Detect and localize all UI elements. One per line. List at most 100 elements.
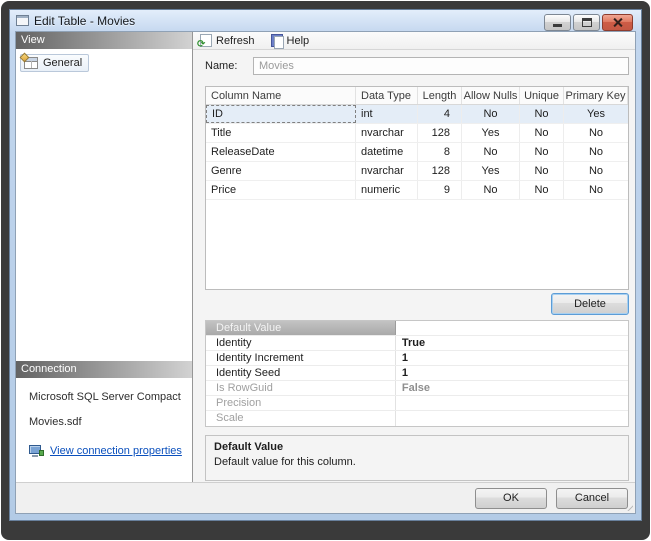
table-row-genre[interactable]: Genre nvarchar 128 Yes No No	[206, 162, 628, 181]
cell-column-name[interactable]: Genre	[206, 162, 356, 180]
property-label[interactable]: Identity	[206, 336, 396, 350]
property-row-identity[interactable]: Identity True	[206, 336, 628, 351]
property-value[interactable]: 1	[396, 351, 628, 365]
property-label[interactable]: Default Value	[206, 321, 396, 335]
dialog-content: View General Connection Microsoft SQL Se…	[15, 31, 636, 514]
property-label[interactable]: Is RowGuid	[206, 381, 396, 395]
column-properties-grid: Default Value Identity True Identity Inc…	[205, 320, 629, 427]
cell-unique[interactable]: No	[520, 162, 564, 180]
help-label: Help	[287, 35, 310, 47]
property-value[interactable]: True	[396, 336, 628, 350]
edit-table-dialog: Edit Table - Movies View General Connect…	[9, 9, 642, 521]
table-row-id[interactable]: ID int 4 No No Yes	[206, 105, 628, 124]
cell-data-type[interactable]: nvarchar	[356, 124, 418, 142]
columns-table: Column Name Data Type Length Allow Nulls…	[205, 86, 629, 290]
table-row-releasedate[interactable]: ReleaseDate datetime 8 No No No	[206, 143, 628, 162]
table-name-input[interactable]	[253, 57, 629, 75]
property-row-scale[interactable]: Scale	[206, 411, 628, 426]
cell-column-name[interactable]: ID	[206, 105, 356, 123]
cell-length[interactable]: 8	[418, 143, 462, 161]
property-label[interactable]: Identity Seed	[206, 366, 396, 380]
help-icon	[271, 34, 283, 47]
name-label: Name:	[205, 60, 253, 72]
table-empty-area[interactable]	[206, 200, 628, 289]
refresh-label: Refresh	[216, 35, 255, 47]
window-icon	[16, 15, 29, 26]
header-data-type[interactable]: Data Type	[356, 87, 418, 104]
cell-unique[interactable]: No	[520, 143, 564, 161]
cell-data-type[interactable]: int	[356, 105, 418, 123]
cell-length[interactable]: 4	[418, 105, 462, 123]
cell-primary-key[interactable]: No	[564, 124, 628, 142]
cell-primary-key[interactable]: No	[564, 162, 628, 180]
table-row-title[interactable]: Title nvarchar 128 Yes No No	[206, 124, 628, 143]
delete-button[interactable]: Delete	[551, 293, 629, 315]
property-value[interactable]	[396, 411, 628, 426]
main-panel: Refresh Help Name:	[193, 32, 635, 482]
cell-allow-nulls[interactable]: No	[462, 143, 520, 161]
cell-allow-nulls[interactable]: No	[462, 181, 520, 199]
property-label[interactable]: Identity Increment	[206, 351, 396, 365]
connection-section-header: Connection	[16, 361, 192, 378]
cell-length[interactable]: 9	[418, 181, 462, 199]
property-label[interactable]: Precision	[206, 396, 396, 410]
cell-column-name[interactable]: Price	[206, 181, 356, 199]
header-length[interactable]: Length	[418, 87, 462, 104]
sidebar-item-label: General	[43, 57, 82, 69]
minimize-button[interactable]	[544, 14, 571, 31]
description-title: Default Value	[214, 441, 620, 453]
sidebar: View General Connection Microsoft SQL Se…	[16, 32, 193, 482]
window-controls	[544, 14, 633, 31]
property-row-default-value[interactable]: Default Value	[206, 321, 628, 336]
header-allow-nulls[interactable]: Allow Nulls	[462, 87, 520, 104]
header-column-name[interactable]: Column Name	[206, 87, 356, 104]
property-row-identity-increment[interactable]: Identity Increment 1	[206, 351, 628, 366]
cell-unique[interactable]: No	[520, 105, 564, 123]
cell-column-name[interactable]: ReleaseDate	[206, 143, 356, 161]
ok-button[interactable]: OK	[475, 488, 547, 509]
property-row-precision[interactable]: Precision	[206, 396, 628, 411]
cell-unique[interactable]: No	[520, 124, 564, 142]
refresh-icon	[200, 34, 212, 47]
window-title: Edit Table - Movies	[34, 14, 135, 28]
close-button[interactable]	[602, 14, 633, 31]
property-value[interactable]: False	[396, 381, 628, 395]
header-primary-key[interactable]: Primary Key	[564, 87, 628, 104]
footer-button-bar: OK Cancel	[16, 482, 635, 513]
property-value[interactable]	[396, 321, 628, 335]
close-icon	[612, 17, 623, 28]
property-value[interactable]: 1	[396, 366, 628, 380]
header-unique[interactable]: Unique	[520, 87, 564, 104]
computer-icon	[29, 445, 44, 457]
help-button[interactable]: Help	[271, 34, 310, 47]
maximize-icon	[582, 18, 592, 27]
cancel-button[interactable]: Cancel	[556, 488, 628, 509]
delete-button-row: Delete	[205, 293, 629, 317]
table-row-price[interactable]: Price numeric 9 No No No	[206, 181, 628, 200]
cell-column-name[interactable]: Title	[206, 124, 356, 142]
property-row-identity-seed[interactable]: Identity Seed 1	[206, 366, 628, 381]
cell-data-type[interactable]: nvarchar	[356, 162, 418, 180]
cell-length[interactable]: 128	[418, 124, 462, 142]
cell-unique[interactable]: No	[520, 181, 564, 199]
cell-primary-key[interactable]: No	[564, 143, 628, 161]
property-description-panel: Default Value Default value for this col…	[205, 435, 629, 481]
cell-primary-key[interactable]: Yes	[564, 105, 628, 123]
cell-data-type[interactable]: numeric	[356, 181, 418, 199]
cell-allow-nulls[interactable]: No	[462, 105, 520, 123]
property-value[interactable]	[396, 396, 628, 410]
sidebar-item-general[interactable]: General	[20, 54, 89, 72]
cell-length[interactable]: 128	[418, 162, 462, 180]
maximize-button[interactable]	[573, 14, 600, 31]
refresh-button[interactable]: Refresh	[200, 34, 255, 47]
cell-allow-nulls[interactable]: Yes	[462, 124, 520, 142]
cell-allow-nulls[interactable]: Yes	[462, 162, 520, 180]
columns-table-header: Column Name Data Type Length Allow Nulls…	[206, 87, 628, 105]
cell-primary-key[interactable]: No	[564, 181, 628, 199]
cell-data-type[interactable]: datetime	[356, 143, 418, 161]
property-row-is-rowguid[interactable]: Is RowGuid False	[206, 381, 628, 396]
connection-properties-link[interactable]: View connection properties	[50, 445, 182, 457]
property-label[interactable]: Scale	[206, 411, 396, 426]
table-edit-icon	[24, 57, 38, 69]
view-connection-properties[interactable]: View connection properties	[29, 445, 192, 457]
